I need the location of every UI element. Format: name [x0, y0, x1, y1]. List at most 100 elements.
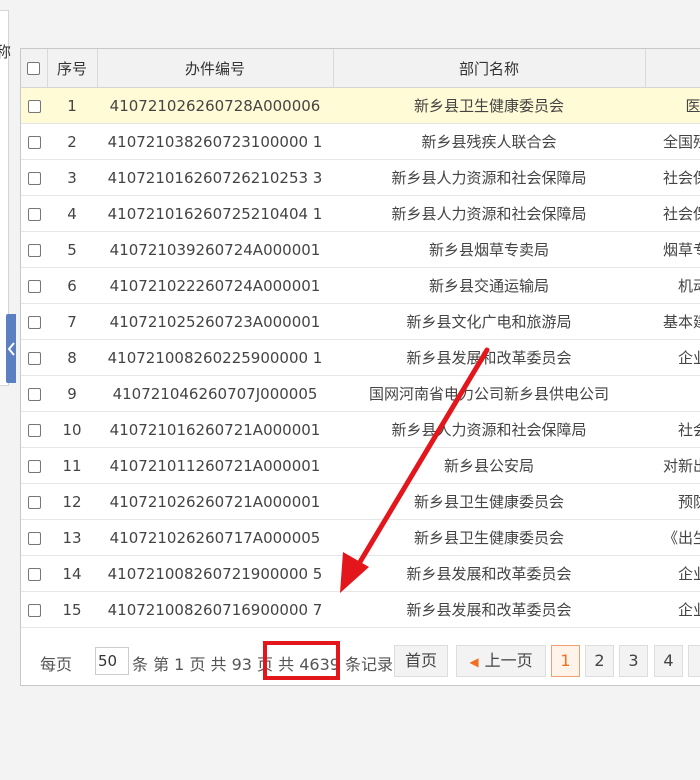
row-select-cell — [21, 231, 47, 268]
row-checkbox[interactable] — [27, 531, 41, 545]
page-number: 3 — [628, 651, 639, 670]
column-header-extra[interactable] — [645, 49, 700, 88]
table-row[interactable]: 13410721026260717A000005新乡县卫生健康委员会《出生医 — [21, 519, 700, 556]
triangle-left-icon: ◀ — [469, 655, 479, 669]
cell-extra: 烟草专卖 — [645, 231, 700, 268]
collapse-sidebar-button[interactable] — [6, 314, 16, 383]
row-select-cell — [21, 519, 47, 556]
page-button-next-partial[interactable] — [688, 645, 700, 677]
first-page-label: 首页 — [404, 651, 437, 670]
table-row[interactable]: 6410721022260724A000001新乡县交通运输局机动 — [21, 267, 700, 304]
row-select-cell — [21, 339, 47, 376]
cell-dept: 新乡县人力资源和社会保障局 — [333, 159, 645, 196]
cell-case-id: 410721016260726210253 3 — [97, 159, 333, 196]
table-row[interactable]: 1 410721026260728A000006 新乡县卫生健康委员会医 — [21, 87, 700, 124]
cell-no: 15 — [47, 591, 97, 628]
cell-dept: 新乡县公安局 — [333, 447, 645, 484]
column-header-dept[interactable]: 部门名称 — [333, 49, 646, 88]
row-checkbox[interactable] — [27, 243, 41, 257]
cell-extra: 社会保障 — [645, 159, 700, 196]
cell-case-id: 410721016260721A000001 — [97, 411, 333, 448]
table-row[interactable]: 15410721008260716900000 7新乡县发展和改革委员会企业 — [21, 591, 700, 628]
row-checkbox[interactable] — [27, 567, 41, 581]
cell-case-id: 410721026260728A000006 — [97, 87, 333, 124]
page-number: 2 — [594, 651, 605, 670]
row-checkbox[interactable] — [27, 423, 41, 437]
row-checkbox[interactable] — [27, 387, 41, 401]
table-row[interactable]: 12410721026260721A000001新乡县卫生健康委员会预防 — [21, 483, 700, 520]
cell-extra: 企业 — [645, 339, 700, 376]
row-checkbox[interactable] — [27, 315, 41, 329]
cell-extra: 全国残疾 — [645, 123, 700, 160]
cell-dept: 新乡县人力资源和社会保障局 — [333, 195, 645, 232]
table-row[interactable]: 4410721016260725210404 1新乡县人力资源和社会保障局社会保… — [21, 195, 700, 232]
cell-dept: 新乡县发展和改革委员会 — [333, 555, 645, 592]
row-select-cell — [21, 483, 47, 520]
cell-no: 7 — [47, 303, 97, 340]
column-header-id[interactable]: 办件编号 — [97, 49, 334, 88]
cell-no: 6 — [47, 267, 97, 304]
row-checkbox[interactable] — [27, 99, 41, 113]
cell-no: 1 — [47, 87, 97, 124]
cell-dept: 新乡县卫生健康委员会 — [333, 519, 645, 556]
records-table: 序号 办件编号 部门名称 1 410721026260728A000006 新乡县卫… — [21, 49, 700, 628]
cell-extra: 基本建设 — [645, 303, 700, 340]
cell-extra: 对新出生 — [645, 447, 700, 484]
cell-case-id: 410721046260707J000005 — [97, 375, 333, 412]
row-checkbox[interactable] — [27, 171, 41, 185]
table-row[interactable]: 5410721039260724A000001新乡县烟草专卖局烟草专卖 — [21, 231, 700, 268]
row-select-cell — [21, 87, 47, 124]
records-grid: 序号 办件编号 部门名称 1 410721026260728A000006 新乡县卫… — [20, 48, 700, 686]
row-checkbox[interactable] — [27, 495, 41, 509]
table-row[interactable]: 10410721016260721A000001新乡县人力资源和社会保障局社会 — [21, 411, 700, 448]
page-button-2[interactable]: 2 — [585, 645, 614, 677]
table-row[interactable]: 9 410721046260707J000005 国网河南省电力公司新乡县供电公司 — [21, 375, 700, 412]
cell-no: 11 — [47, 447, 97, 484]
row-checkbox[interactable] — [27, 459, 41, 473]
page-button-3[interactable]: 3 — [619, 645, 648, 677]
first-page-button[interactable]: 首页 — [394, 645, 448, 677]
cell-no: 3 — [47, 159, 97, 196]
page-button-1[interactable]: 1 — [551, 645, 580, 677]
page-number: 1 — [560, 651, 571, 670]
chevron-left-icon — [7, 342, 15, 356]
cell-no: 14 — [47, 555, 97, 592]
cell-extra — [645, 375, 700, 412]
row-checkbox[interactable] — [27, 135, 41, 149]
annotation-highlight-box — [263, 641, 340, 680]
table-row[interactable]: 2410721038260723100000 1新乡县残疾人联合会全国残疾 — [21, 123, 700, 160]
cell-no: 4 — [47, 195, 97, 232]
cell-no: 12 — [47, 483, 97, 520]
cell-extra: 预防 — [645, 483, 700, 520]
table-row[interactable]: 7410721025260723A000001新乡县文化广电和旅游局基本建设 — [21, 303, 700, 340]
column-header-no[interactable]: 序号 — [47, 49, 98, 88]
row-checkbox[interactable] — [27, 279, 41, 293]
table-row[interactable]: 14410721008260721900000 5新乡县发展和改革委员会企业 — [21, 555, 700, 592]
cell-case-id: 410721016260725210404 1 — [97, 195, 333, 232]
cell-dept: 新乡县交通运输局 — [333, 267, 645, 304]
table-row[interactable]: 11410721011260721A000001新乡县公安局对新出生 — [21, 447, 700, 484]
table-row[interactable]: 3410721016260726210253 3新乡县人力资源和社会保障局社会保… — [21, 159, 700, 196]
select-all-checkbox[interactable] — [27, 62, 41, 75]
cell-extra: 机动 — [645, 267, 700, 304]
prev-page-button[interactable]: ◀ 上一页 — [456, 645, 546, 677]
page-button-4[interactable]: 4 — [654, 645, 683, 677]
cell-extra: 企业 — [645, 555, 700, 592]
cell-dept: 新乡县残疾人联合会 — [333, 123, 645, 160]
cell-case-id: 410721038260723100000 1 — [97, 123, 333, 160]
cell-case-id: 410721008260721900000 5 — [97, 555, 333, 592]
cell-extra: 社会 — [645, 411, 700, 448]
row-select-cell — [21, 267, 47, 304]
table-row[interactable]: 8410721008260225900000 1新乡县发展和改革委员会企业 — [21, 339, 700, 376]
prev-page-label: 上一页 — [484, 651, 533, 670]
row-select-cell — [21, 123, 47, 160]
row-select-cell — [21, 303, 47, 340]
cell-case-id: 410721008260716900000 7 — [97, 591, 333, 628]
cell-dept: 国网河南省电力公司新乡县供电公司 — [333, 375, 645, 412]
row-checkbox[interactable] — [27, 351, 41, 365]
row-checkbox[interactable] — [27, 207, 41, 221]
row-select-cell — [21, 447, 47, 484]
cell-dept: 新乡县卫生健康委员会 — [333, 87, 645, 124]
per-page-input[interactable] — [95, 647, 129, 675]
row-checkbox[interactable] — [27, 603, 41, 617]
